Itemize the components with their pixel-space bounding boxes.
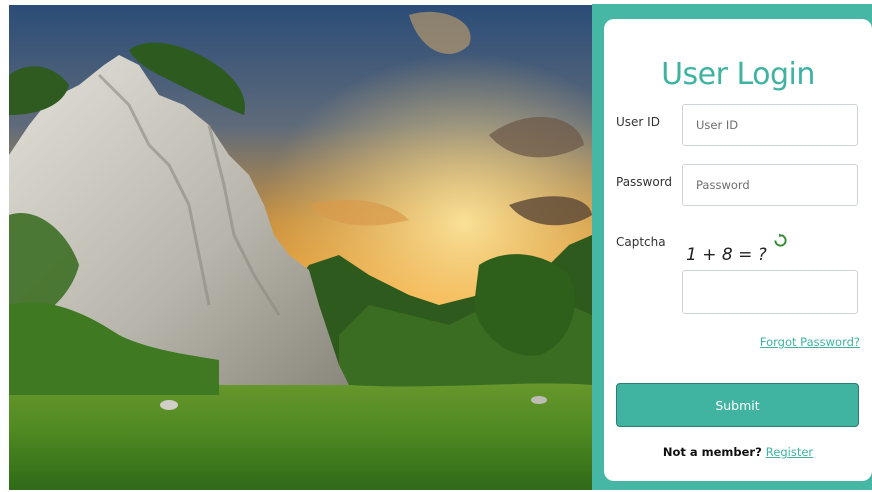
refresh-icon[interactable] <box>773 233 788 248</box>
captcha-label: Captcha <box>616 235 666 249</box>
forgot-password-link[interactable]: Forgot Password? <box>760 335 860 349</box>
user-id-input[interactable] <box>682 104 858 146</box>
submit-button[interactable]: Submit <box>616 383 859 427</box>
register-prompt: Not a member? Register <box>604 445 872 459</box>
page-title: User Login <box>661 57 815 92</box>
landscape-illustration <box>9 5 592 490</box>
register-link[interactable]: Register <box>766 445 813 459</box>
not-member-text: Not a member? <box>662 445 762 459</box>
login-card: User Login User ID Password Captcha 1 + … <box>604 19 872 481</box>
password-label: Password <box>616 175 673 189</box>
captcha-input[interactable] <box>682 270 858 314</box>
hero-image <box>9 5 592 490</box>
user-id-label: User ID <box>616 115 660 129</box>
password-input[interactable] <box>682 164 858 206</box>
captcha-challenge: 1 + 8 = ? <box>686 245 767 265</box>
